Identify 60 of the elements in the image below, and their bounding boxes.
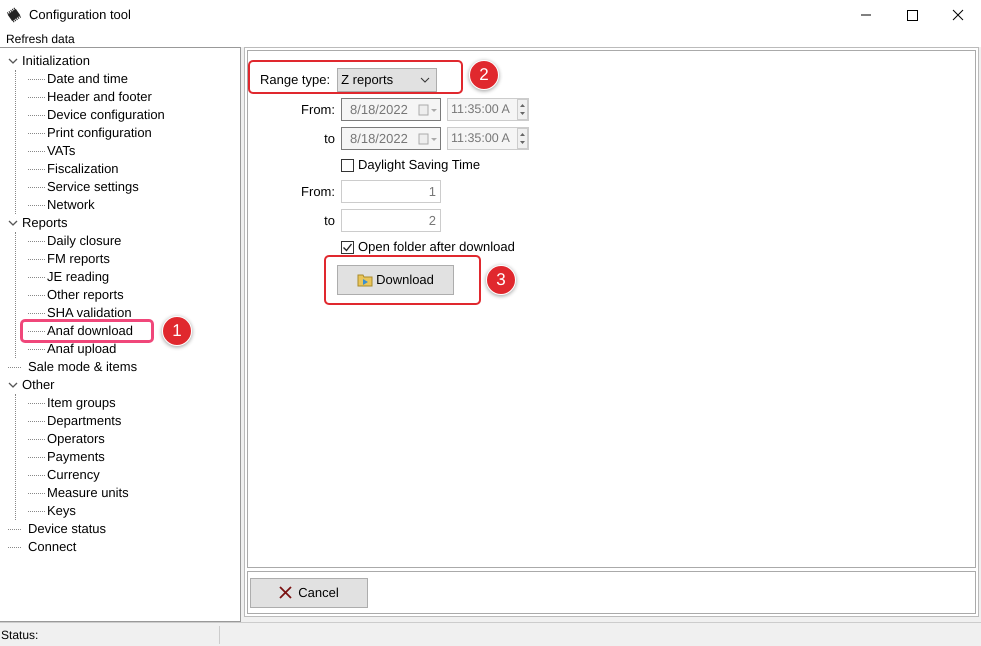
checkbox-label: Open folder after download xyxy=(358,238,515,256)
tree-item[interactable]: Network xyxy=(46,196,96,214)
tree-item[interactable]: Anaf upload xyxy=(46,340,118,358)
tree-item[interactable]: SHA validation xyxy=(46,304,133,322)
checkbox[interactable] xyxy=(341,158,354,172)
date-field[interactable]: 8/18/2022 xyxy=(341,98,441,121)
time-field[interactable]: 11:35:00 A xyxy=(447,127,529,150)
tree-item[interactable]: Other reports xyxy=(46,286,125,304)
field-label: From: xyxy=(300,182,336,201)
tree-item[interactable]: Fiscalization xyxy=(46,160,120,178)
tree-item[interactable]: Service settings xyxy=(46,178,140,196)
folder-icon xyxy=(357,273,374,287)
field-label: From: xyxy=(300,100,336,119)
checkbox-label: Daylight Saving Time xyxy=(358,156,480,174)
tree-item[interactable]: Item groups xyxy=(46,394,117,412)
field-label: to xyxy=(323,212,336,230)
tree-item[interactable]: VATs xyxy=(46,142,76,160)
caret-icon[interactable] xyxy=(8,56,18,66)
tree-item[interactable]: Initialization xyxy=(21,52,91,70)
tree-item[interactable]: Header and footer xyxy=(46,88,153,106)
tree-item[interactable]: JE reading xyxy=(46,268,110,286)
spinner-icon[interactable] xyxy=(517,99,528,120)
checkbox[interactable] xyxy=(341,240,354,254)
tree-item[interactable]: Other xyxy=(21,376,56,394)
callout-marker: 1 xyxy=(162,316,192,346)
chevron-down-icon xyxy=(420,76,430,82)
window-title: Configuration tool xyxy=(29,6,131,24)
field-label: to xyxy=(323,130,336,148)
tree-item[interactable]: Anaf download xyxy=(46,322,134,340)
cancel-button[interactable]: Cancel xyxy=(250,578,368,608)
menu-item[interactable]: Refresh data xyxy=(0,30,81,48)
tree-item[interactable]: Operators xyxy=(46,430,106,448)
tree-item[interactable]: FM reports xyxy=(46,250,111,268)
tree-item[interactable]: Device status xyxy=(27,520,108,538)
tree-item[interactable]: Daily closure xyxy=(46,232,122,250)
range-type-dropdown[interactable]: Z reports xyxy=(337,68,438,92)
close-icon xyxy=(279,586,292,599)
status-text: Status: xyxy=(0,626,220,644)
caret-icon[interactable] xyxy=(8,218,18,228)
tree-item[interactable]: Sale mode & items xyxy=(27,358,138,376)
caret-icon[interactable] xyxy=(8,380,18,390)
tree-item[interactable]: Connect xyxy=(27,538,78,556)
tree-item[interactable]: Measure units xyxy=(46,484,130,502)
tree-item[interactable]: Keys xyxy=(46,502,77,520)
tree-item[interactable]: Date and time xyxy=(46,70,129,88)
tree-item[interactable]: Payments xyxy=(46,448,106,466)
number-field[interactable]: 1 xyxy=(341,180,441,203)
callout-marker: 2 xyxy=(469,60,499,90)
tree-item[interactable]: Currency xyxy=(46,466,101,484)
field-label: Range type: xyxy=(259,70,332,89)
time-field[interactable]: 11:35:00 A xyxy=(447,98,529,121)
number-field[interactable]: 2 xyxy=(341,209,441,232)
tree-item[interactable]: Print configuration xyxy=(46,124,153,142)
tree-item[interactable]: Reports xyxy=(21,214,69,232)
date-field[interactable]: 8/18/2022 xyxy=(341,127,441,150)
tree-item[interactable]: Departments xyxy=(46,412,122,430)
callout-marker: 3 xyxy=(486,265,516,295)
tree-item[interactable]: Device configuration xyxy=(46,106,166,124)
download-button[interactable]: Download xyxy=(337,265,454,295)
spinner-icon[interactable] xyxy=(517,128,528,149)
